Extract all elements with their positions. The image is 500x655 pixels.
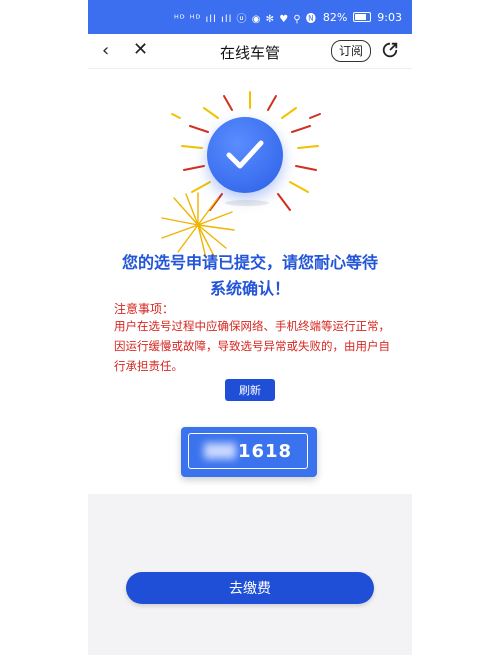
plate-number-frame: 1618	[188, 433, 308, 469]
phone-screen: ᴴᴰ ᴴᴰ ıll ıll ⓤ ◉ ✻ ♥ ⚲ 🅝 82% 9:03 ‹ ✕ 在…	[88, 0, 412, 655]
notice-title: 注意事项：	[114, 302, 175, 316]
pay-button[interactable]: 去缴费	[126, 572, 374, 604]
plate-number: 1618	[237, 440, 293, 462]
success-check-icon	[207, 117, 283, 193]
subscribe-button[interactable]: 订阅	[331, 40, 371, 62]
battery-percent: 82%	[322, 10, 348, 24]
nav-bar: ‹ ✕ 在线车管 订阅	[88, 34, 412, 69]
refresh-button[interactable]: 刷新	[225, 379, 275, 401]
battery-icon	[353, 12, 372, 22]
clock: 9:03	[377, 10, 402, 24]
plate-number-card: 1618	[181, 427, 317, 477]
headline-line-1: 您的选号申请已提交，请您耐心等待	[121, 253, 378, 272]
share-icon[interactable]	[381, 41, 399, 59]
footer-area: 去缴费	[88, 494, 412, 655]
headline-line-2: 系统确认！	[209, 279, 290, 298]
submission-headline: 您的选号申请已提交，请您耐心等待 系统确认！	[102, 250, 398, 302]
status-bar: ᴴᴰ ᴴᴰ ıll ıll ⓤ ◉ ✻ ♥ ⚲ 🅝 82% 9:03	[88, 0, 412, 34]
status-icons: ᴴᴰ ᴴᴰ ıll ıll ⓤ ◉ ✻ ♥ ⚲ 🅝	[174, 13, 317, 25]
redacted-digits	[203, 443, 236, 459]
icon-shadow	[225, 200, 269, 206]
notice-body: 用户在选号过程中应确保网络、手机终端等运行正常，因运行缓慢或故障，导致选号异常或…	[114, 319, 390, 373]
